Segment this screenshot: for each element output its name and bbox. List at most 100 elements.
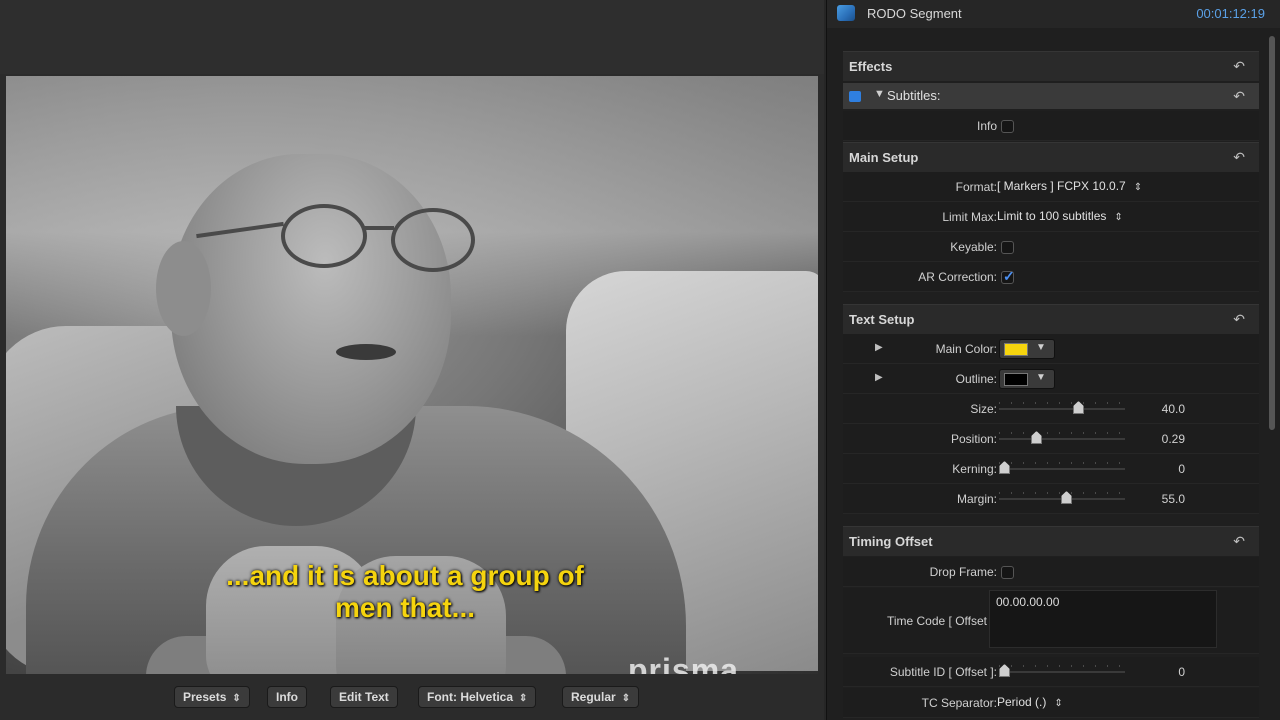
reset-icon[interactable]: ↶ [1233, 88, 1245, 105]
clip-icon [837, 5, 855, 21]
subtitles-effect-label: Subtitles: [887, 88, 941, 103]
main-color-swatch [1004, 343, 1028, 356]
clip-timecode: 00:01:12:19 [1196, 6, 1265, 21]
info-label: Info [976, 119, 997, 133]
timing-offset-title: Timing Offset [849, 534, 933, 549]
format-row: Format: [ Markers ] FCPX 10.0.7 ⇕ [843, 172, 1259, 202]
updown-arrow-icon: ⇕ [1133, 182, 1143, 193]
timecode-offset-label: Time Code [ Offset ]: [886, 614, 997, 628]
dropdown-arrow-icon: ▼ [1036, 342, 1046, 353]
disclosure-triangle-icon[interactable]: ▶ [875, 342, 883, 353]
video-person-ear [156, 241, 211, 336]
reset-icon[interactable]: ↶ [1233, 58, 1245, 75]
timecode-offset-row: Time Code [ Offset ]: 00.00.00.00 [843, 588, 1259, 654]
font-style-popup[interactable]: Regular ⇕ [562, 686, 640, 708]
margin-value[interactable]: 55.0 [1162, 492, 1185, 506]
subtitle-id-value[interactable]: 0 [1178, 665, 1185, 679]
main-color-row: ▶ Main Color: ▼ [843, 334, 1259, 364]
limit-max-row: Limit Max: Limit to 100 subtitles ⇕ [843, 202, 1259, 232]
presets-button[interactable]: Presets ⇕ [174, 686, 250, 708]
format-label: Format: [955, 180, 997, 194]
keyable-checkbox[interactable] [1001, 241, 1014, 254]
clip-title: RODO Segment [867, 6, 962, 21]
app-window: prisma ...and it is about a group of men… [0, 0, 1280, 720]
disclosure-triangle-icon[interactable]: ▼ [874, 88, 885, 100]
kerning-value[interactable]: 0 [1178, 462, 1185, 476]
reset-icon[interactable]: ↶ [1233, 149, 1245, 166]
margin-label: Margin: [956, 492, 997, 506]
subtitle-line-1: ...and it is about a group of [226, 560, 584, 591]
timing-offset-section-header[interactable]: Timing Offset ↶ [843, 526, 1259, 556]
tc-separator-row: TC Separator: Period (.) ⇕ [843, 688, 1259, 718]
reset-icon[interactable]: ↶ [1233, 533, 1245, 550]
reset-icon[interactable]: ↶ [1233, 311, 1245, 328]
subtitle-id-row: Subtitle ID [ Offset ]: 0 [843, 657, 1259, 687]
main-setup-title: Main Setup [849, 150, 919, 165]
format-popup[interactable]: [ Markers ] FCPX 10.0.7 ⇕ [997, 179, 1142, 193]
drop-frame-checkbox[interactable] [1001, 566, 1014, 579]
inspector-scrollbar[interactable] [1269, 36, 1275, 430]
video-glasses-right [391, 208, 475, 272]
outline-row: ▶ Outline: ▼ [843, 364, 1259, 394]
kerning-slider[interactable] [999, 461, 1125, 474]
effects-section-header[interactable]: Effects ↶ [843, 51, 1259, 81]
viewer-top-bar [0, 0, 824, 74]
font-family-popup[interactable]: Font: Helvetica ⇕ [418, 686, 537, 708]
timecode-offset-field[interactable]: 00.00.00.00 [989, 590, 1217, 648]
ar-correction-checkbox[interactable] [1001, 268, 1015, 285]
ar-correction-row: AR Correction: [843, 262, 1259, 292]
video-glasses-left [281, 204, 367, 268]
updown-arrow-icon: ⇕ [1114, 212, 1123, 223]
info-button[interactable]: Info [267, 686, 307, 708]
updown-arrow-icon: ⇕ [621, 693, 631, 704]
position-value[interactable]: 0.29 [1162, 432, 1185, 446]
main-setup-section-header[interactable]: Main Setup ↶ [843, 142, 1259, 172]
drop-frame-row: Drop Frame: [843, 557, 1259, 587]
limit-max-label: Limit Max: [942, 210, 997, 224]
size-label: Size: [970, 402, 997, 416]
keyable-label: Keyable: [950, 240, 997, 254]
video-glasses-bridge [364, 226, 394, 230]
video-person-head [171, 154, 451, 464]
inspector-panel: RODO Segment 00:01:12:19 Effects ↶ ▼ Sub… [826, 0, 1280, 720]
effect-enable-checkbox[interactable] [849, 91, 861, 102]
info-row: Info [843, 111, 1259, 141]
subtitle-line-2: men that... [334, 592, 475, 623]
kerning-label: Kerning: [952, 462, 997, 476]
watermark-logo: prisma [628, 652, 739, 674]
drop-frame-label: Drop Frame: [929, 565, 997, 579]
text-setup-title: Text Setup [849, 312, 915, 327]
text-setup-section-header[interactable]: Text Setup ↶ [843, 304, 1259, 334]
updown-arrow-icon: ⇕ [1054, 698, 1063, 709]
tc-separator-label: TC Separator: [921, 696, 997, 710]
subtitle-id-label: Subtitle ID [ Offset ]: [889, 665, 997, 679]
info-checkbox[interactable] [1001, 120, 1014, 133]
main-color-well[interactable]: ▼ [999, 339, 1055, 359]
size-slider[interactable] [999, 401, 1125, 414]
ar-correction-label: AR Correction: [918, 270, 997, 284]
subtitle-id-slider[interactable] [999, 664, 1125, 677]
video-person-mouth [336, 344, 396, 360]
margin-row: Margin: 55.0 [843, 484, 1259, 514]
viewer-panel: prisma ...and it is about a group of men… [0, 0, 824, 720]
main-color-label: Main Color: [935, 342, 997, 356]
size-value[interactable]: 40.0 [1162, 402, 1185, 416]
inspector-header: RODO Segment 00:01:12:19 [827, 0, 1280, 28]
subtitles-effect-row[interactable]: ▼ Subtitles: ↶ [843, 83, 1259, 109]
outline-color-well[interactable]: ▼ [999, 369, 1055, 389]
subtitle-overlay: ...and it is about a group of men that..… [180, 560, 630, 624]
size-row: Size: 40.0 [843, 394, 1259, 424]
updown-arrow-icon: ⇕ [519, 693, 528, 704]
tc-separator-popup[interactable]: Period (.) ⇕ [997, 695, 1063, 709]
effects-title: Effects [849, 59, 893, 74]
margin-slider[interactable] [999, 491, 1125, 504]
limit-max-popup[interactable]: Limit to 100 subtitles ⇕ [997, 209, 1123, 223]
keyable-row: Keyable: [843, 232, 1259, 262]
kerning-row: Kerning: 0 [843, 454, 1259, 484]
edit-text-button[interactable]: Edit Text [330, 686, 398, 708]
position-row: Position: 0.29 [843, 424, 1259, 454]
updown-arrow-icon: ⇕ [232, 693, 241, 704]
position-slider[interactable] [999, 431, 1125, 444]
dropdown-arrow-icon: ▼ [1036, 372, 1046, 383]
disclosure-triangle-icon[interactable]: ▶ [875, 372, 883, 383]
